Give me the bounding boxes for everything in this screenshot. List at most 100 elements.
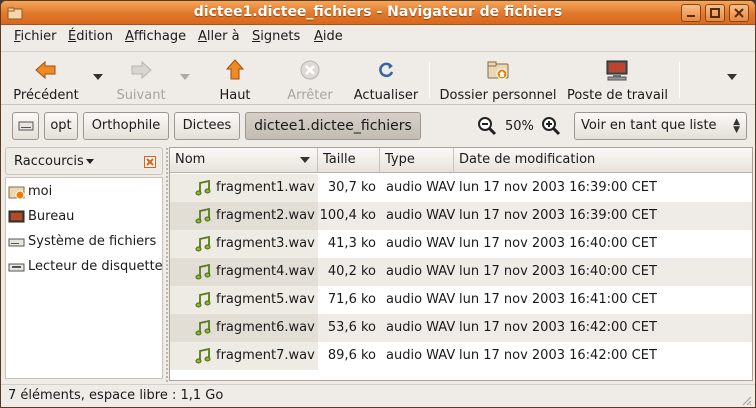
forward-label: Suivant	[116, 88, 166, 103]
file-date: lun 17 nov 2003 16:40:00 CET	[459, 264, 657, 279]
file-date: lun 17 nov 2003 16:39:00 CET	[459, 208, 657, 223]
file-date: lun 17 nov 2003 16:42:00 CET	[459, 348, 657, 363]
forward-arrow-icon	[131, 60, 152, 80]
stop-icon	[300, 60, 320, 80]
menu-signets[interactable]: Signets	[252, 29, 300, 44]
file-size: 41,3 ko	[327, 236, 376, 251]
crumb-dictees[interactable]: Dictees	[174, 112, 240, 140]
file-size: 100,4 ko	[319, 208, 376, 223]
audio-file-icon	[195, 179, 211, 196]
menu-aide[interactable]: Aide	[314, 29, 343, 44]
side-pane: Raccourcis moi Bureau Système de fichier…	[5, 147, 163, 379]
crumb-current-folder[interactable]: dictee1.dictee_fichiers	[245, 112, 421, 140]
menu-bar: Fichier Édition Affichage Aller à Signet…	[1, 25, 755, 49]
menu-affichage[interactable]: Affichage	[125, 29, 186, 44]
back-history-dropdown[interactable]	[93, 74, 103, 80]
file-date: lun 17 nov 2003 16:41:00 CET	[459, 292, 657, 307]
column-name-label: Nom	[175, 152, 206, 167]
table-row[interactable]: fragment3.wav 41,3 ko audio WAV lun 17 n…	[170, 230, 752, 258]
status-text: 7 éléments, espace libre : 1,1 Go	[8, 388, 224, 403]
file-name: fragment1.wav	[216, 180, 315, 195]
audio-file-icon	[195, 347, 211, 364]
file-date: lun 17 nov 2003 16:42:00 CET	[459, 320, 657, 335]
stop-button[interactable]: Arrêter	[283, 56, 337, 103]
side-pane-selector[interactable]: Raccourcis	[14, 154, 84, 169]
view-mode-label: Voir en tant que liste	[581, 118, 717, 133]
forward-button[interactable]: Suivant	[111, 56, 171, 103]
home-button[interactable]: Dossier personnel	[439, 56, 557, 103]
file-name: fragment7.wav	[216, 348, 315, 363]
file-size: 53,6 ko	[327, 320, 376, 335]
path-toggle-button[interactable]	[12, 112, 39, 140]
file-size: 30,7 ko	[327, 180, 376, 195]
sidebar-item-label: Lecteur de disquette	[28, 259, 163, 274]
audio-file-icon	[195, 263, 211, 280]
up-arrow-icon	[225, 59, 245, 80]
column-header-name[interactable]: Nom	[170, 148, 318, 173]
menu-affichage-label: ffichage	[133, 29, 187, 44]
maximize-button[interactable]	[705, 4, 725, 22]
column-header-type[interactable]: Type	[380, 148, 454, 173]
view-mode-select[interactable]: Voir en tant que liste ▲ ▼	[574, 112, 747, 140]
close-button[interactable]	[729, 4, 749, 22]
table-row[interactable]: fragment2.wav 100,4 ko audio WAV lun 17 …	[170, 202, 752, 230]
menu-edition[interactable]: Édition	[68, 29, 113, 44]
sidebar-item-label: Système de fichiers	[28, 234, 157, 249]
close-pane-icon[interactable]	[144, 156, 156, 168]
menu-fichier[interactable]: Fichier	[14, 29, 57, 44]
maximize-icon	[710, 8, 720, 18]
column-header-size[interactable]: Taille	[318, 148, 380, 173]
zoom-out-icon[interactable]	[477, 116, 497, 136]
stop-label: Arrêter	[287, 88, 333, 103]
updown-arrows-icon: ▲ ▼	[733, 117, 740, 135]
table-row[interactable]: fragment6.wav 53,6 ko audio WAV lun 17 n…	[170, 314, 752, 342]
table-row[interactable]: fragment7.wav 89,6 ko audio WAV lun 17 n…	[170, 342, 752, 370]
file-date: lun 17 nov 2003 16:40:00 CET	[459, 236, 657, 251]
menu-aller-mnemonic: A	[198, 29, 207, 44]
file-size: 89,6 ko	[327, 348, 376, 363]
computer-button[interactable]: Poste de travail	[567, 56, 668, 103]
chevron-down-icon[interactable]	[86, 159, 94, 164]
zoom-in-icon[interactable]	[541, 116, 561, 136]
menu-fichier-label: ichier	[20, 29, 57, 44]
side-pane-header: Raccourcis	[5, 147, 163, 175]
status-bar: 7 éléments, espace libre : 1,1 Go	[1, 384, 755, 407]
file-name: fragment5.wav	[216, 292, 315, 307]
menu-aller[interactable]: Aller à	[198, 29, 240, 44]
location-bar: opt Orthophile Dictees dictee1.dictee_fi…	[1, 107, 755, 145]
table-row[interactable]: fragment5.wav 71,6 ko audio WAV lun 17 n…	[170, 286, 752, 314]
table-row[interactable]: fragment4.wav 40,2 ko audio WAV lun 17 n…	[170, 258, 752, 286]
file-size: 40,2 ko	[327, 264, 376, 279]
toolbar-overflow-dropdown[interactable]	[727, 74, 737, 80]
crumb-opt[interactable]: opt	[44, 112, 78, 140]
back-button[interactable]: Précédent	[9, 56, 83, 103]
column-header-date[interactable]: Date de modification	[454, 148, 752, 173]
forward-history-dropdown[interactable]	[180, 74, 190, 80]
minimize-icon	[687, 15, 695, 17]
menu-affichage-mnemonic: A	[125, 29, 134, 44]
resize-grip-icon[interactable]	[740, 394, 752, 406]
window-title: dictee1.dictee_fichiers - Navigateur de …	[193, 4, 563, 20]
table-row[interactable]: fragment1.wav 30,7 ko audio WAV lun 17 n…	[170, 174, 752, 202]
audio-file-icon	[195, 235, 211, 252]
toolbar-separator	[679, 62, 680, 98]
sort-descending-icon	[300, 157, 310, 163]
menu-aide-mnemonic: A	[314, 29, 323, 44]
computer-icon	[606, 60, 628, 81]
home-folder-icon	[487, 61, 509, 80]
file-type: audio WAV	[386, 348, 456, 363]
title-bar[interactable]: dictee1.dictee_fichiers - Navigateur de …	[1, 1, 755, 25]
file-manager-window: dictee1.dictee_fichiers - Navigateur de …	[0, 0, 756, 408]
reload-button[interactable]: Actualiser	[351, 56, 421, 103]
minimize-button[interactable]	[681, 4, 701, 22]
column-headers: Nom Taille Type Date de modification	[170, 148, 752, 173]
menu-aller-label: ller à	[206, 29, 240, 44]
file-type: audio WAV	[386, 180, 456, 195]
file-name: fragment6.wav	[216, 320, 315, 335]
up-button[interactable]: Haut	[209, 56, 261, 103]
menu-edition-label: dition	[76, 29, 113, 44]
crumb-orthophile[interactable]: Orthophile	[83, 112, 169, 140]
file-type: audio WAV	[386, 264, 456, 279]
zoom-level[interactable]: 50%	[505, 119, 534, 134]
sidebar-item-label: Bureau	[28, 209, 75, 224]
